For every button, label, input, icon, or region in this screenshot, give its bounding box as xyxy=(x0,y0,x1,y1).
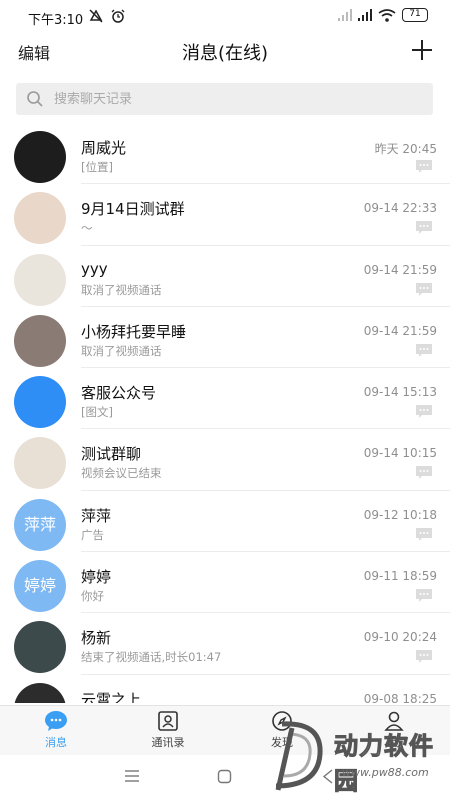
chat-preview: [位置] xyxy=(81,160,113,174)
chat-time: 09-14 21:59 xyxy=(363,262,437,277)
chat-row[interactable]: 客服公众号 [图文] 09-14 15:13 xyxy=(0,368,450,430)
watermark-url: www.pw88.com xyxy=(342,766,429,779)
tab-contacts-label: 通讯录 xyxy=(151,736,185,749)
tab-contacts[interactable]: 通讯录 xyxy=(138,710,198,750)
tab-messages[interactable]: 消息 xyxy=(26,710,86,750)
search-bar[interactable] xyxy=(16,83,433,115)
chat-preview: 广告 xyxy=(81,527,104,542)
chat-time: 09-08 18:25 xyxy=(363,691,437,703)
chat-preview: 结束了视频通话,时长01:47 xyxy=(81,650,222,665)
watermark: 动力软件园 www.pw88.com xyxy=(262,714,448,796)
chat-name: 9月14日测试群 xyxy=(81,200,185,219)
chat-name: 客服公众号 xyxy=(81,384,157,403)
message-icon xyxy=(416,466,432,480)
status-left-icons xyxy=(88,8,126,24)
chat-bubble-icon xyxy=(45,711,67,731)
chat-preview: 取消了视频通话 xyxy=(81,282,162,297)
avatar[interactable]: 婷婷 xyxy=(14,560,66,613)
message-icon xyxy=(416,405,432,419)
message-icon xyxy=(416,527,432,541)
chat-time: 09-10 20:24 xyxy=(363,630,437,645)
chat-row[interactable]: 杨新结束了视频通话,时长01:47 09-10 20:24 xyxy=(0,613,450,675)
tab-messages-label: 消息 xyxy=(45,736,67,749)
avatar[interactable] xyxy=(14,682,66,703)
chat-preview: 你好 xyxy=(81,589,104,604)
chat-time: 09-11 18:59 xyxy=(363,569,437,584)
message-icon xyxy=(416,221,432,235)
battery-level: 71 xyxy=(409,9,421,19)
message-icon xyxy=(416,282,432,296)
chat-row[interactable]: 测试群聊视频会议已结束 09-14 10:15 xyxy=(0,429,450,491)
chat-preview: [图文] xyxy=(81,405,113,420)
avatar[interactable] xyxy=(14,192,66,245)
chat-name: yyy xyxy=(81,259,108,278)
page-title: 消息(在线) xyxy=(181,43,269,64)
chat-row[interactable]: 小杨拜托要早睡取消了视频通话 09-14 21:59 xyxy=(0,307,450,369)
plus-icon[interactable] xyxy=(410,38,434,62)
header: 编辑 消息(在线) xyxy=(0,34,450,70)
message-icon xyxy=(416,650,432,664)
avatar[interactable] xyxy=(14,621,66,674)
status-right: 71 xyxy=(338,8,428,22)
battery-icon: 71 xyxy=(402,8,428,22)
signal-icon xyxy=(338,9,352,21)
chat-preview: ～ xyxy=(81,221,93,236)
status-bar: 下午3:10 71 xyxy=(0,0,450,34)
chat-name: 萍萍 xyxy=(81,506,112,525)
chat-row[interactable]: 9月14日测试群 ～ 09-14 22:33 xyxy=(0,184,450,246)
chat-name: 周威光 xyxy=(81,139,127,157)
chat-preview: 视频会议已结束 xyxy=(81,466,162,481)
contacts-icon xyxy=(158,711,178,731)
avatar[interactable] xyxy=(14,131,66,183)
chat-time: 昨天 20:45 xyxy=(374,142,437,156)
chat-row[interactable]: 婷婷 婷婷你好 09-11 18:59 xyxy=(0,552,450,614)
avatar[interactable] xyxy=(14,253,66,306)
chat-name: 云霄之上 xyxy=(81,690,142,703)
watermark-logo-icon xyxy=(275,721,323,791)
wifi-icon xyxy=(378,8,396,22)
do-not-disturb-icon xyxy=(89,9,103,23)
chat-row[interactable]: 萍萍 萍萍广告 09-12 10:18 xyxy=(0,491,450,553)
avatar[interactable]: 萍萍 xyxy=(14,498,66,551)
chat-name: 婷婷 xyxy=(81,568,112,587)
signal-icon xyxy=(358,9,372,21)
watermark-text: 动力软件园 xyxy=(334,732,434,796)
alarm-icon xyxy=(111,9,125,23)
avatar[interactable] xyxy=(14,314,66,367)
avatar-text: 婷婷 xyxy=(23,576,56,596)
chat-row[interactable]: yyy 取消了视频通话 09-14 21:59 xyxy=(0,246,450,307)
menu-icon[interactable] xyxy=(124,769,140,783)
chat-time: 09-14 21:59 xyxy=(363,323,437,338)
chat-time: 09-14 22:33 xyxy=(363,201,437,216)
avatar[interactable] xyxy=(14,376,66,429)
chat-name: 测试群聊 xyxy=(81,445,142,464)
chat-name: 杨新 xyxy=(81,629,112,648)
chat-row[interactable]: 云霄之上 09-08 18:25 xyxy=(0,675,450,703)
search-input[interactable] xyxy=(54,83,414,115)
chat-list: 周威光 [位置] 昨天 20:45 9月14日测试群 ～ 09-14 22:33 yyy 取消… xyxy=(0,123,450,703)
status-time: 下午3:10 xyxy=(28,13,84,28)
message-icon xyxy=(416,589,432,603)
chat-preview: 取消了视频通话 xyxy=(81,343,162,358)
search-icon xyxy=(27,91,43,107)
message-icon xyxy=(416,343,432,357)
chat-name: 小杨拜托要早睡 xyxy=(81,322,187,341)
avatar-text: 萍萍 xyxy=(23,514,56,534)
chat-time: 09-14 10:15 xyxy=(363,446,437,461)
screen: 下午3:10 71 编辑 消息(在线) 搜索聊天记录 周威光 [位置] 昨天 2… xyxy=(0,0,450,800)
chat-time: 09-12 10:18 xyxy=(363,507,437,522)
chat-row[interactable]: 周威光 [位置] 昨天 20:45 xyxy=(0,123,450,185)
chat-time: 09-14 15:13 xyxy=(363,385,437,400)
message-icon xyxy=(416,160,432,173)
avatar[interactable] xyxy=(14,437,66,490)
home-square-icon[interactable] xyxy=(217,769,232,784)
